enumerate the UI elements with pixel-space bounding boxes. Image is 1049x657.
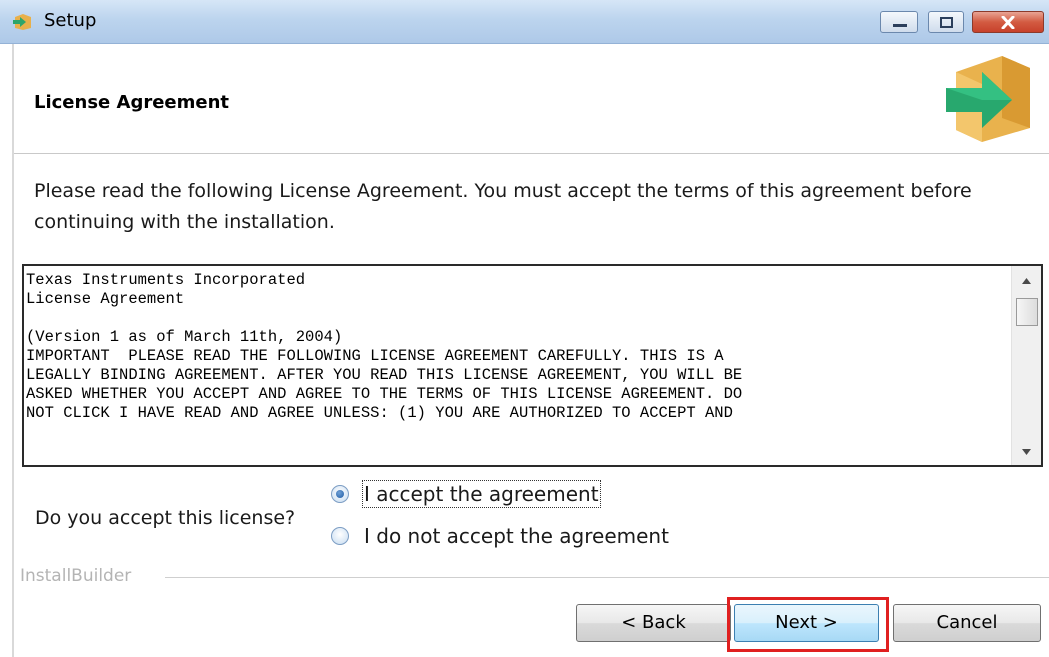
scroll-down-icon[interactable] (1022, 449, 1031, 455)
license-line: NOT CLICK I HAVE READ AND AGREE UNLESS: … (26, 404, 733, 422)
license-line: Texas Instruments Incorporated (26, 271, 306, 289)
window-title: Setup (44, 10, 97, 31)
license-text: Texas Instruments Incorporated License Ag… (26, 271, 1011, 461)
cancel-button[interactable]: Cancel (893, 604, 1041, 642)
license-line (26, 309, 1011, 328)
box-arrow-icon (946, 56, 1030, 142)
next-button-highlight (727, 597, 889, 652)
decline-label[interactable]: I do not accept the agreement (364, 524, 669, 548)
license-line: LEGALLY BINDING AGREEMENT. AFTER YOU REA… (26, 366, 743, 384)
close-button[interactable] (972, 11, 1044, 33)
license-line: ASKED WHETHER YOU ACCEPT AND AGREE TO TH… (26, 385, 743, 403)
maximize-icon (940, 17, 953, 28)
minimize-icon (893, 24, 907, 27)
page-title: License Agreement (34, 92, 230, 113)
accept-label[interactable]: I accept the agreement (362, 480, 601, 508)
scroll-up-icon[interactable] (1022, 278, 1031, 284)
license-line: (Version 1 as of March 11th, 2004) (26, 328, 343, 346)
header-separator (14, 153, 1049, 154)
license-text-box[interactable]: Texas Instruments Incorporated License Ag… (22, 264, 1043, 467)
accept-question: Do you accept this license? (35, 507, 296, 529)
minimize-button[interactable] (880, 11, 918, 33)
license-line: IMPORTANT PLEASE READ THE FOLLOWING LICE… (26, 347, 724, 365)
close-icon (1001, 16, 1015, 29)
setup-box-arrow-icon (13, 14, 31, 30)
maximize-button[interactable] (928, 11, 964, 33)
title-bar[interactable]: Setup (0, 0, 1049, 44)
intro-text: Please read the following License Agreem… (34, 180, 972, 233)
footer-separator (165, 577, 1049, 578)
scroll-thumb[interactable] (1016, 298, 1038, 326)
license-scrollbar[interactable] (1011, 266, 1041, 465)
installbuilder-label: InstallBuilder (20, 566, 132, 586)
header-panel: License Agreement (14, 44, 1049, 154)
back-button[interactable]: < Back (576, 604, 731, 642)
decline-radio[interactable] (331, 527, 349, 545)
accept-radio[interactable] (331, 485, 349, 503)
license-line: License Agreement (26, 290, 185, 308)
